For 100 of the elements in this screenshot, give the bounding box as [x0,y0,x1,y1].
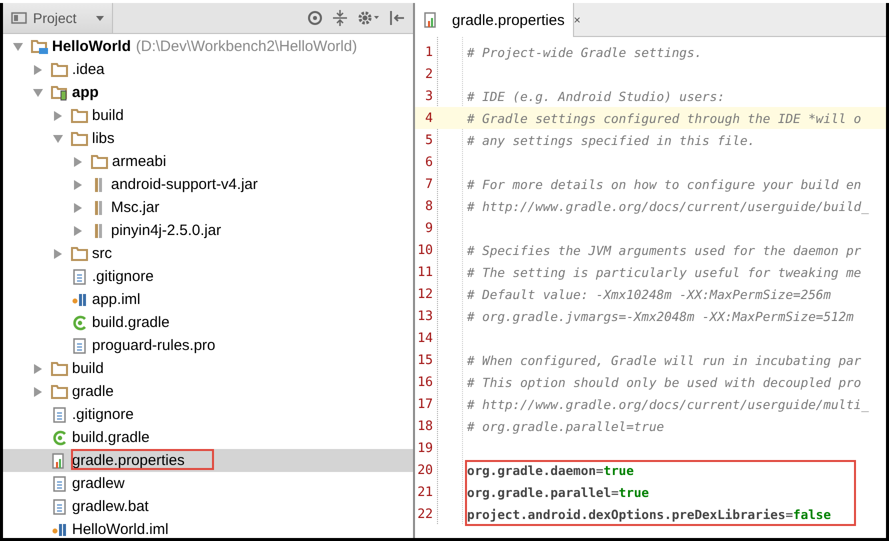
module-folder-icon [31,38,49,54]
code-comment: # The setting is particularly useful for tweaking me [467,264,862,280]
tree-item[interactable]: gradle.properties [3,449,413,472]
expanded-arrow-icon[interactable] [33,88,43,98]
code-comment: # IDE (e.g. Android Studio) users: [467,88,725,104]
line-number: 15 [416,352,433,368]
folder-icon [71,130,89,146]
equals-sign: = [596,462,604,478]
collapsed-arrow-icon[interactable] [33,364,43,374]
property-value: false [793,506,831,522]
folder-icon [91,154,109,170]
collapsed-arrow-icon[interactable] [73,180,83,190]
tree-item[interactable]: gradlew [3,472,413,495]
line-number: 1 [424,44,433,60]
code-comment: # http://www.gradle.org/docs/current/userguide/multi_ [467,396,869,412]
tree-item[interactable]: app [3,81,413,104]
expanded-arrow-icon[interactable] [53,134,63,144]
folder-icon [71,246,89,262]
line-number: 18 [416,418,433,434]
line-number: 19 [416,440,433,456]
collapsed-arrow-icon[interactable] [73,156,83,166]
tree-item[interactable]: armeabi [3,150,413,173]
tree-item[interactable]: build.gradle [3,426,413,449]
document-icon [51,498,69,514]
tree-item[interactable]: build [3,357,413,380]
tree-item[interactable]: .gitignore [3,403,413,426]
collapsed-arrow-icon[interactable] [33,386,43,396]
settings-icon[interactable] [357,10,379,26]
property-key: project.android.dexOptions.preDexLibraries [467,506,786,522]
tree-item[interactable]: gradlew.bat [3,495,413,518]
gradle-icon [71,314,89,330]
folder-icon [51,360,69,376]
folder-icon [51,384,69,400]
line-number: 3 [424,88,433,104]
editor-tab[interactable]: gradle.properties [415,3,574,37]
code-comment: # org.gradle.jvmargs=-Xmx2048m -XX:MaxPermSize=512m [467,308,854,324]
tree-item[interactable]: pinyin4j-2.5.0.jar [3,219,413,242]
code-comment: # http://www.gradle.org/docs/current/userguide/build_ [467,198,869,214]
jar-icon [95,224,102,238]
project-view-icon [11,11,27,25]
code-comment: # This option should only be used with decoupled pro [467,374,862,390]
line-number: 4 [424,110,433,126]
line-number: 8 [424,198,433,214]
hide-panel-icon[interactable] [389,10,405,26]
code-comment: # any settings specified in this file. [467,132,756,148]
gradle-icon [51,430,69,446]
tree-item[interactable]: build [3,104,413,127]
module-file-icon [51,522,69,538]
project-path: (D:\Dev\Workbench2\HelloWorld) [136,38,358,55]
tree-item[interactable]: build.gradle [3,311,413,334]
jar-icon [95,178,102,192]
folder-icon [71,108,89,124]
line-number: 17 [416,396,433,412]
line-number: 21 [416,484,433,500]
line-number: 6 [424,154,433,170]
tree-item[interactable]: libs [3,127,413,150]
collapsed-arrow-icon[interactable] [73,226,83,236]
code-comment: # Specifies the JVM arguments used for the daemon pr [467,242,862,258]
code-comment: # Project-wide Gradle settings. [467,44,702,60]
line-number: 9 [424,220,433,236]
close-tab-button[interactable]: × [574,3,581,36]
line-number: 7 [424,176,433,192]
tree-item[interactable]: HelloWorld.iml [3,518,413,538]
document-icon [51,406,69,422]
code-comment: # org.gradle.parallel=true [467,418,664,434]
property-value: true [604,462,634,478]
document-icon [71,268,89,284]
tree-item[interactable]: Msc.jar [3,196,413,219]
tree-item[interactable]: app.iml [3,288,413,311]
equals-sign: = [611,484,619,500]
folder-icon [51,62,69,78]
line-number: 11 [416,264,433,280]
module-file-icon [71,292,89,308]
collapse-icon[interactable] [333,10,347,26]
property-value: true [618,484,649,500]
tree-item[interactable]: src [3,242,413,265]
tree-item[interactable]: proguard-rules.pro [3,334,413,357]
line-number: 20 [416,462,433,478]
tree-item[interactable]: HelloWorld (D:\Dev\Workbench2\HelloWorld) [3,35,413,58]
line-number: 2 [424,66,433,82]
collapsed-arrow-icon[interactable] [53,110,63,120]
jar-icon [95,200,102,214]
collapsed-arrow-icon[interactable] [33,64,43,74]
property-key: org.gradle.daemon [467,462,596,478]
tree-item[interactable]: .idea [3,58,413,81]
collapsed-arrow-icon[interactable] [53,248,63,258]
code-comment: # Gradle settings configured through the IDE *will o [467,110,862,126]
tree-item[interactable]: .gitignore [3,265,413,288]
line-number: 10 [416,242,433,258]
code-comment: # When configured, Gradle will run in incubating par [467,352,862,368]
expanded-arrow-icon[interactable] [13,42,23,52]
target-icon[interactable] [307,10,323,26]
caret-icon [96,16,104,20]
view-selector-dropdown[interactable]: Project [3,3,113,33]
collapsed-arrow-icon[interactable] [73,202,83,212]
property-key: org.gradle.parallel [467,484,612,500]
module-folder-icon [51,84,69,100]
tree-item[interactable]: gradle [3,380,413,403]
tree-item[interactable]: android-support-v4.jar [3,173,413,196]
document-icon [51,476,69,492]
